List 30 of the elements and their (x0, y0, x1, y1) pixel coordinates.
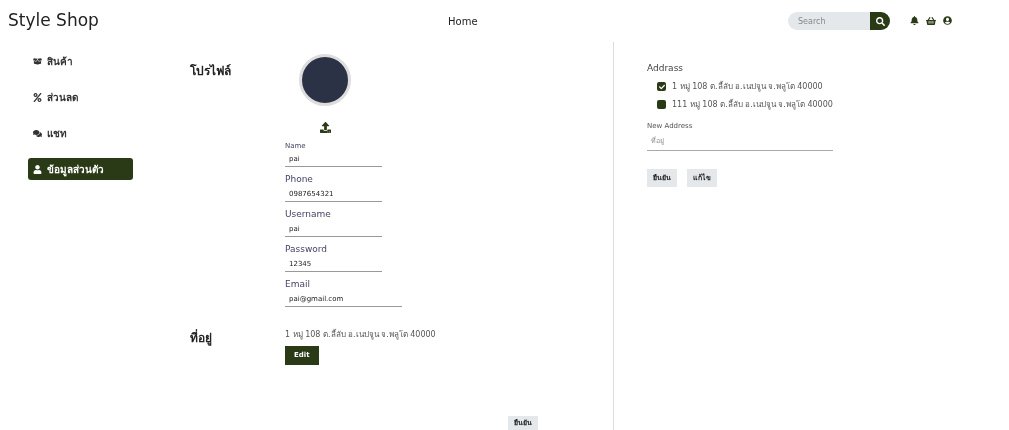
sidebar-item[interactable]: สินค้า (28, 50, 133, 72)
sidebar-item[interactable]: แชท (28, 122, 133, 144)
chat-icon (33, 128, 42, 138)
checkbox[interactable] (657, 100, 666, 109)
upload-icon[interactable] (319, 122, 331, 133)
brand-logo[interactable]: Style Shop (8, 8, 448, 34)
address-option: 1 หมู่ 108 ต.ลี้ลับ อ.เนปจูน จ.พลูโต 40000 (672, 80, 823, 93)
basket-icon[interactable] (926, 16, 936, 26)
section-title: โปรไฟล์ (190, 63, 232, 80)
search-button[interactable] (870, 12, 890, 30)
field-label: Phone (285, 173, 314, 186)
address-text: 1 หมู่ 108 ต.ลี้ลับ อ.เนปจูน จ.พลูโต 40000 (285, 329, 436, 341)
user-icon (33, 164, 42, 174)
address-option: 111 หมู่ 108 ต.ลี้ลับ อ.เนปจูน จ.พลูโต 40000 (672, 98, 833, 111)
address-title: Addrass (647, 62, 685, 75)
percent-icon (33, 92, 42, 102)
home-link[interactable]: Home (448, 13, 788, 29)
search-field[interactable]: Search (788, 12, 870, 30)
avatar-placeholder (299, 54, 351, 106)
section-title: ที่อยู่ (190, 329, 213, 348)
user-icon[interactable] (943, 16, 952, 25)
field-label: Email (285, 278, 311, 291)
box-icon (33, 56, 42, 66)
sidebar-item[interactable]: ข้อมูลส่วนตัว (28, 158, 133, 180)
field-label: Password (285, 243, 329, 256)
checkbox[interactable] (657, 82, 666, 91)
field-label: Username (285, 208, 332, 221)
bell-icon[interactable] (910, 16, 919, 25)
search-icon (875, 16, 885, 26)
sidebar-item[interactable]: ส่วนลด (28, 86, 133, 108)
